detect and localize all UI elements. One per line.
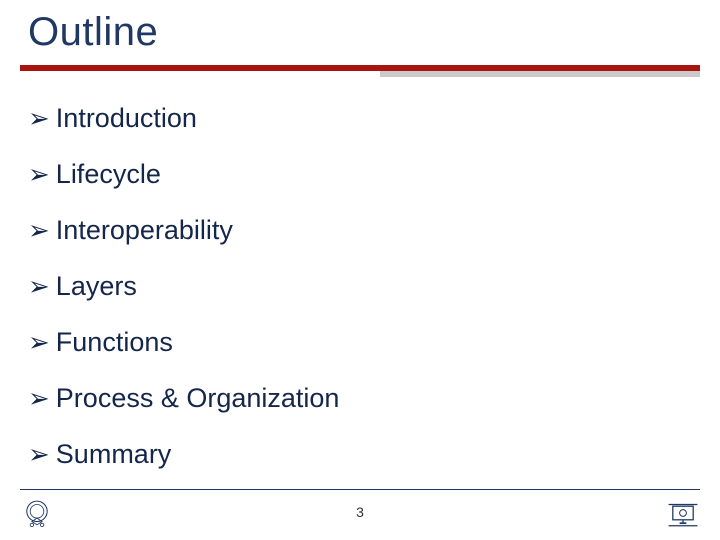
list-item-label: Summary — [56, 439, 172, 470]
footer-rule — [20, 489, 700, 490]
outline-list: ➢ Introduction ➢ Lifecycle ➢ Interoperab… — [28, 90, 688, 482]
list-item: ➢ Introduction — [28, 90, 688, 146]
list-item: ➢ Process & Organization — [28, 370, 688, 426]
monitor-icon — [666, 496, 700, 530]
title-rule-shadow — [380, 71, 700, 77]
arrow-right-icon: ➢ — [28, 441, 50, 467]
arrow-right-icon: ➢ — [28, 105, 50, 131]
list-item-label: Introduction — [56, 103, 197, 134]
arrow-right-icon: ➢ — [28, 329, 50, 355]
list-item-label: Interoperability — [56, 215, 233, 246]
arrow-right-icon: ➢ — [28, 385, 50, 411]
list-item: ➢ Lifecycle — [28, 146, 688, 202]
arrow-right-icon: ➢ — [28, 273, 50, 299]
seal-icon — [20, 496, 54, 530]
arrow-right-icon: ➢ — [28, 161, 50, 187]
list-item-label: Process & Organization — [56, 383, 340, 414]
list-item-label: Lifecycle — [56, 159, 161, 190]
list-item: ➢ Interoperability — [28, 202, 688, 258]
list-item: ➢ Layers — [28, 258, 688, 314]
arrow-right-icon: ➢ — [28, 217, 50, 243]
list-item: ➢ Functions — [28, 314, 688, 370]
list-item-label: Layers — [56, 271, 137, 302]
page-number: 3 — [0, 504, 720, 520]
slide: Outline ➢ Introduction ➢ Lifecycle ➢ Int… — [0, 0, 720, 540]
list-item: ➢ Summary — [28, 426, 688, 482]
list-item-label: Functions — [56, 327, 173, 358]
page-title: Outline — [28, 10, 158, 55]
